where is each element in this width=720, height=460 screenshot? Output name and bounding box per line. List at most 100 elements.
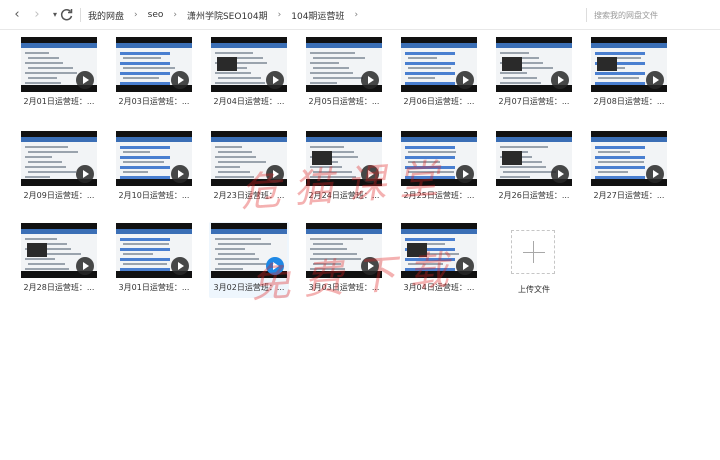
- thumbnail-text-line: [408, 77, 435, 79]
- play-icon[interactable]: [361, 71, 379, 89]
- thumbnail-text-line: [598, 151, 630, 153]
- video-thumbnail: [591, 37, 667, 92]
- play-icon[interactable]: [361, 257, 379, 275]
- thumbnail-text-line: [500, 82, 541, 84]
- play-icon[interactable]: [456, 71, 474, 89]
- file-tile[interactable]: 2月05日运营班：...: [304, 36, 384, 112]
- play-icon[interactable]: [551, 165, 569, 183]
- thumbnail-text-line: [310, 258, 361, 260]
- play-icon[interactable]: [171, 71, 189, 89]
- play-icon[interactable]: [456, 257, 474, 275]
- file-tile[interactable]: 2月28日运营班：...: [19, 222, 99, 298]
- thumbnail-text-line: [595, 146, 645, 149]
- file-tile[interactable]: 3月02日运营班：...: [209, 222, 289, 298]
- file-name: 3月02日运营班：...: [213, 283, 285, 292]
- thumbnail-text-line: [405, 62, 455, 65]
- play-icon[interactable]: [76, 165, 94, 183]
- thumbnail-titlebar: [211, 137, 287, 142]
- breadcrumb-item-course[interactable]: 潇州学院SEO104期: [187, 9, 268, 22]
- video-thumbnail: [116, 131, 192, 186]
- file-name: 3月03日运营班：...: [308, 283, 380, 292]
- breadcrumb-item-home[interactable]: 我的网盘: [88, 9, 124, 22]
- file-tile[interactable]: 2月01日运营班：...: [19, 36, 99, 112]
- play-icon[interactable]: [76, 257, 94, 275]
- file-tile[interactable]: 2月04日运营班：...: [209, 36, 289, 112]
- file-tile[interactable]: 3月03日运营班：...: [304, 222, 384, 298]
- thumbnail-text-line: [25, 268, 69, 270]
- file-tile[interactable]: 2月10日运营班：...: [114, 130, 194, 206]
- thumbnail-titlebar: [401, 43, 477, 48]
- file-tile[interactable]: 2月08日运营班：...: [589, 36, 669, 112]
- breadcrumb-item-seo[interactable]: seo: [148, 10, 164, 20]
- thumbnail-titlebar: [21, 43, 97, 48]
- video-thumbnail: [401, 37, 477, 92]
- play-icon[interactable]: [551, 71, 569, 89]
- thumbnail-text-line: [405, 146, 455, 149]
- file-tile[interactable]: 2月27日运营班：...: [589, 130, 669, 206]
- thumbnail-titlebar: [211, 43, 287, 48]
- thumbnail-titlebar: [306, 137, 382, 142]
- thumbnail-text-line: [120, 166, 170, 169]
- thumbnail-text-line: [25, 146, 68, 148]
- thumbnail-image: [502, 151, 522, 165]
- upload-file-tile[interactable]: 上传文件: [494, 226, 574, 302]
- file-tile[interactable]: 3月04日运营班：...: [399, 222, 479, 298]
- file-tile[interactable]: 3月01日运营班：...: [114, 222, 194, 298]
- thumbnail-titlebar: [591, 43, 667, 48]
- chevron-left-icon[interactable]: ‹: [8, 6, 26, 24]
- chevron-right-icon[interactable]: ›: [28, 6, 46, 24]
- thumbnail-image: [597, 57, 617, 71]
- plus-icon[interactable]: [511, 230, 555, 274]
- thumbnail-text-line: [408, 151, 456, 153]
- file-tile[interactable]: 2月06日运营班：...: [399, 36, 479, 112]
- thumbnail-text-line: [218, 253, 255, 255]
- file-name: 2月26日运营班：...: [498, 191, 570, 200]
- play-icon[interactable]: [171, 257, 189, 275]
- play-icon[interactable]: [266, 71, 284, 89]
- file-tile[interactable]: 2月23日运营班：...: [209, 130, 289, 206]
- thumbnail-text-line: [595, 166, 645, 169]
- play-icon[interactable]: [76, 71, 94, 89]
- breadcrumb: 我的网盘 › seo › 潇州学院SEO104期 › 104期运营班 ›: [88, 7, 368, 23]
- play-icon[interactable]: [646, 165, 664, 183]
- file-name: 2月08日运营班：...: [593, 97, 665, 106]
- play-icon[interactable]: [646, 71, 664, 89]
- play-icon[interactable]: [266, 257, 284, 275]
- thumbnail-text-line: [500, 166, 546, 168]
- file-tile[interactable]: 2月25日运营班：...: [399, 130, 479, 206]
- video-thumbnail: [496, 131, 572, 186]
- thumbnail-titlebar: [401, 229, 477, 234]
- thumbnail-text-line: [123, 57, 161, 59]
- thumbnail-text-line: [500, 72, 527, 74]
- thumbnail-text-line: [25, 176, 50, 178]
- thumbnail-text-line: [123, 263, 167, 265]
- file-tile[interactable]: 2月09日运营班：...: [19, 130, 99, 206]
- file-tile[interactable]: 2月03日运营班：...: [114, 36, 194, 112]
- thumbnail-text-line: [215, 52, 253, 54]
- thumbnail-titlebar: [496, 137, 572, 142]
- file-tile[interactable]: 2月07日运营班：...: [494, 36, 574, 112]
- search-input[interactable]: [594, 5, 712, 25]
- file-tile[interactable]: 2月26日运营班：...: [494, 130, 574, 206]
- file-name: 2月24日运营班：...: [308, 191, 380, 200]
- thumbnail-text-line: [405, 166, 455, 169]
- chevron-right-icon[interactable]: ›: [354, 10, 358, 20]
- file-tile[interactable]: 2月24日运营班：...: [304, 130, 384, 206]
- thumbnail-text-line: [218, 171, 250, 173]
- thumbnail-text-line: [215, 238, 261, 240]
- thumbnail-text-line: [310, 52, 355, 54]
- thumbnail-text-line: [310, 62, 339, 64]
- play-icon[interactable]: [266, 165, 284, 183]
- thumbnail-image: [407, 243, 427, 257]
- thumbnail-text-line: [405, 72, 455, 75]
- play-icon[interactable]: [171, 165, 189, 183]
- video-thumbnail: [116, 223, 192, 278]
- thumbnail-text-line: [503, 77, 537, 79]
- thumbnail-text-line: [120, 52, 170, 55]
- play-icon[interactable]: [361, 165, 379, 183]
- thumbnail-text-line: [310, 268, 345, 270]
- breadcrumb-item-current[interactable]: 104期运营班: [291, 9, 344, 22]
- thumbnail-text-line: [215, 82, 265, 84]
- play-icon[interactable]: [456, 165, 474, 183]
- refresh-icon[interactable]: [58, 6, 76, 24]
